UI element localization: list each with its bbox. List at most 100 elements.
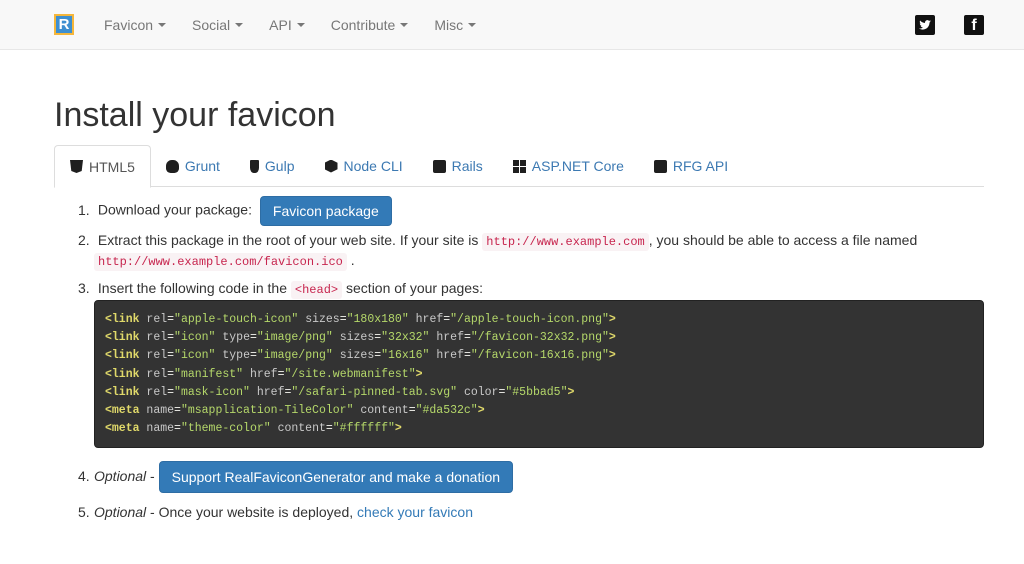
code-attr-name: sizes <box>339 331 375 345</box>
twitter-icon[interactable] <box>915 15 935 35</box>
html5-icon <box>70 160 83 173</box>
caret-down-icon <box>468 23 477 28</box>
code-equals: = <box>339 313 347 326</box>
code-equals: = <box>174 404 181 418</box>
code-attr-value: "image/png" <box>256 331 333 345</box>
code-tag-open: <link <box>105 331 140 345</box>
step-3: 3. Insert the following code in the <hea… <box>78 278 483 300</box>
code-tag-close: > <box>608 313 616 326</box>
code-attr-value: "#5bbad5" <box>505 385 568 399</box>
code-tag-close: > <box>415 367 423 381</box>
code-line: <link rel="mask-icon" href="/safari-pinn… <box>105 384 973 402</box>
donate-button[interactable]: Support RealFaviconGenerator and make a … <box>158 461 514 494</box>
code-attr-value: "/safari-pinned-tab.svg" <box>291 385 458 399</box>
code-equals: = <box>408 404 416 418</box>
step-3-text-b: section of your pages: <box>346 280 483 296</box>
code-attr-value: "mask-icon" <box>174 385 250 399</box>
step-2-text-b: , you should be able to access a file na… <box>648 232 918 248</box>
code-equals: = <box>463 331 471 345</box>
code-equals: = <box>249 349 257 363</box>
nav-api-dropdown[interactable]: API <box>256 0 318 50</box>
code-attr-name: content <box>360 404 409 418</box>
step-2-continued: http://www.example.com/favicon.ico . <box>94 250 355 272</box>
caret-down-icon <box>235 23 244 28</box>
twitter-bird-glyph <box>919 20 931 30</box>
code-attr-name: href <box>436 331 464 345</box>
aspnet-icon <box>512 159 526 173</box>
code-line: <meta name="theme-color" content="#fffff… <box>105 420 973 438</box>
favicon-package-button[interactable]: Favicon package <box>259 196 392 226</box>
code-attr-value: "16x16" <box>381 349 430 363</box>
code-attr-value: "image/png" <box>256 349 333 363</box>
step-2-text-a: Extract this package in the root of your… <box>97 232 479 248</box>
code-attr-value: "icon" <box>174 349 216 363</box>
grunt-icon <box>165 159 179 173</box>
caret-down-icon <box>400 23 409 28</box>
html-code-snippet[interactable]: <link rel="apple-touch-icon" sizes="180x… <box>94 300 984 448</box>
code-attr-name: type <box>222 349 250 363</box>
code-equals: = <box>174 422 181 436</box>
facebook-icon[interactable]: f <box>964 15 984 35</box>
step-number: 3. <box>78 280 90 296</box>
code-attr-name: rel <box>146 331 168 345</box>
nav-favicon-label: Favicon <box>104 17 154 33</box>
step-1: 1. Download your package: Favicon packag… <box>78 196 392 226</box>
step-number: 4. <box>78 468 90 484</box>
code-line: <link rel="icon" type="image/png" sizes=… <box>105 329 973 347</box>
code-tag-open: <link <box>105 367 140 381</box>
tab-node-cli-label: Node CLI <box>343 158 403 174</box>
top-navbar: R Favicon Social API Contribute Misc f <box>0 0 1024 50</box>
code-line: <link rel="manifest" href="/site.webmani… <box>105 366 973 384</box>
code-tag-close: > <box>608 349 616 363</box>
tab-rails-label: Rails <box>451 158 483 174</box>
nav-social-dropdown[interactable]: Social <box>179 0 256 50</box>
code-attr-name: rel <box>146 349 168 363</box>
tab-rails[interactable]: Rails <box>418 145 498 187</box>
tab-html5[interactable]: HTML5 <box>54 145 151 188</box>
code-lines: <link rel="apple-touch-icon" sizes="180x… <box>105 311 973 438</box>
step-number: 1. <box>78 201 90 218</box>
nav-favicon-dropdown[interactable]: Favicon <box>91 0 179 50</box>
code-equals: = <box>463 349 471 363</box>
code-equals: = <box>167 385 175 399</box>
tab-grunt[interactable]: Grunt <box>151 145 235 187</box>
caret-down-icon <box>158 23 167 28</box>
code-attr-name: rel <box>146 367 168 381</box>
code-tag-close: > <box>394 422 402 436</box>
site-logo[interactable]: R <box>54 14 74 35</box>
step-2: 2. Extract this package in the root of y… <box>78 230 917 252</box>
code-line: <link rel="icon" type="image/png" sizes=… <box>105 347 973 365</box>
nav-menu: Favicon Social API Contribute Misc <box>91 0 489 50</box>
step-number: 5. <box>78 504 90 520</box>
tab-node-cli[interactable]: Node CLI <box>310 145 418 187</box>
tab-grunt-label: Grunt <box>184 158 220 174</box>
code-tag-open: <meta <box>105 404 140 418</box>
code-attr-name: color <box>463 385 499 399</box>
tab-html5-label: HTML5 <box>89 158 135 175</box>
code-attr-name: name <box>146 404 175 418</box>
nav-contribute-dropdown[interactable]: Contribute <box>318 0 422 50</box>
code-attr-value: "/favicon-32x32.png" <box>470 331 609 345</box>
nav-contribute-label: Contribute <box>330 17 396 33</box>
page-title: Install your favicon <box>54 96 336 134</box>
tab-aspnet-core[interactable]: ASP.NET Core <box>498 145 639 187</box>
code-attr-value: "msapplication-TileColor" <box>180 404 354 418</box>
code-attr-value: "#ffffff" <box>332 422 395 436</box>
nav-misc-dropdown[interactable]: Misc <box>421 0 489 50</box>
code-equals: = <box>249 331 257 345</box>
step-5-optional: Optional <box>94 504 147 520</box>
tab-gulp[interactable]: Gulp <box>235 145 310 187</box>
tab-rfg-api[interactable]: RFG API <box>639 145 743 187</box>
code-attr-value: "manifest" <box>174 367 244 381</box>
caret-down-icon <box>296 23 305 28</box>
code-attr-name: href <box>415 313 444 326</box>
tab-aspnet-core-label: ASP.NET Core <box>531 158 624 174</box>
code-attr-value: "/favicon-16x16.png" <box>470 349 609 363</box>
code-attr-name: rel <box>146 313 168 326</box>
code-attr-name: name <box>146 422 175 436</box>
check-favicon-link[interactable]: check your favicon <box>357 504 473 520</box>
step-number: 2. <box>78 232 90 248</box>
nav-social-label: Social <box>192 17 231 33</box>
code-tag-open: <link <box>105 349 140 363</box>
code-attr-value: "32x32" <box>381 331 430 345</box>
